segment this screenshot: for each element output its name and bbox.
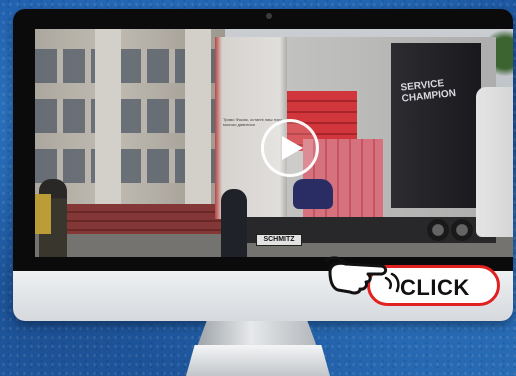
webcam-dot <box>266 13 272 19</box>
hand-pointer-icon <box>324 256 400 295</box>
play-icon <box>282 136 303 160</box>
play-button[interactable] <box>261 119 319 177</box>
click-sparkle-icon <box>384 272 400 293</box>
click-label: CLICK <box>400 275 470 300</box>
video-player[interactable]: SERVICE CHAMPION Тримо Фоком, останні ли… <box>35 29 513 257</box>
monitor-foot <box>186 345 330 376</box>
monitor-neck <box>197 321 317 347</box>
